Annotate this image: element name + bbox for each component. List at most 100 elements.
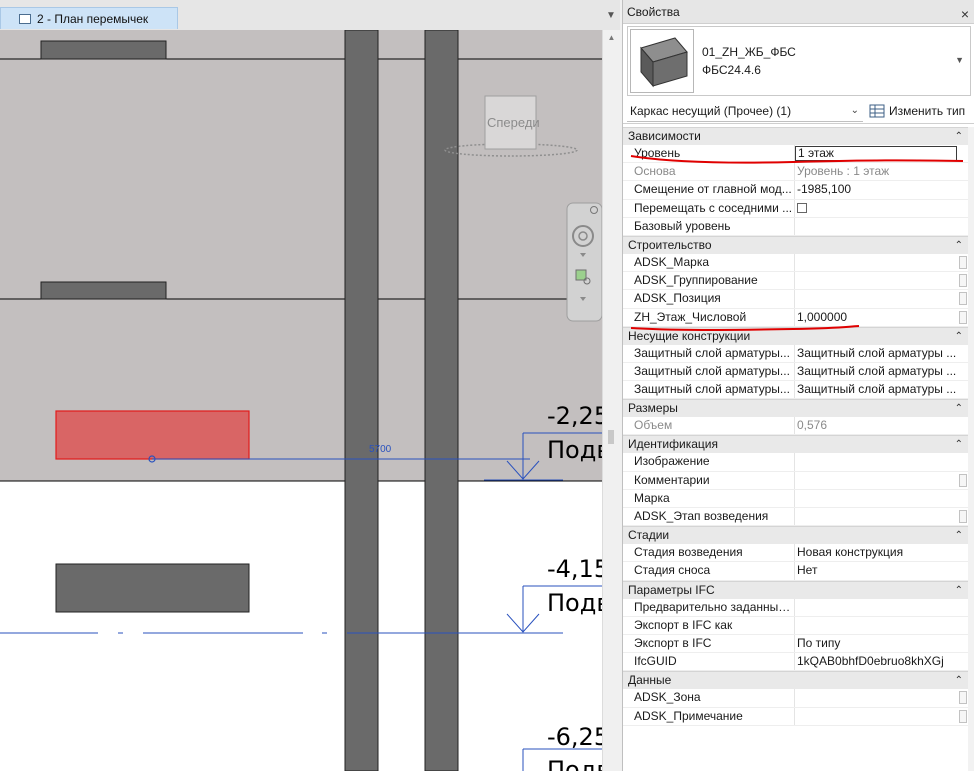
property-value[interactable] <box>795 290 969 307</box>
property-value[interactable] <box>795 617 969 634</box>
level-value-field[interactable]: 1 этаж <box>795 146 957 161</box>
property-value[interactable]: 1 этаж <box>795 145 969 162</box>
property-value[interactable]: По типу <box>795 635 969 652</box>
property-group-header[interactable]: Стадии ⌃ <box>623 526 969 545</box>
parameter-browse-button[interactable] <box>959 310 967 324</box>
property-value-text: Защитный слой арматуры ... <box>797 382 957 397</box>
drawing-canvas[interactable]: 5700 -2,25 Подв -4, <box>0 30 602 771</box>
collapse-icon[interactable]: ⌃ <box>955 400 963 417</box>
property-value[interactable] <box>795 490 969 507</box>
property-row: ADSK_Группирование <box>623 272 969 291</box>
property-name: Основа <box>623 163 795 181</box>
type-family-name: 01_ZH_ЖБ_ФБС <box>702 45 796 59</box>
level-elevation: -2,25 <box>547 402 602 430</box>
collapse-icon[interactable]: ⌃ <box>955 328 963 345</box>
properties-palette: Свойства × 01_ZH_ЖБ_ФБС ФБС24.4.6 ▼ Карк… <box>622 0 974 771</box>
property-value[interactable] <box>795 453 969 470</box>
property-row: Предварительно заданный... <box>623 598 969 617</box>
parameter-browse-button[interactable] <box>959 473 967 487</box>
property-value[interactable] <box>795 689 969 706</box>
close-icon[interactable]: × <box>961 2 969 26</box>
property-group-header[interactable]: Параметры IFC ⌃ <box>623 580 969 599</box>
lintel-block <box>40 281 167 300</box>
collapse-icon[interactable]: ⌃ <box>955 237 963 254</box>
property-value[interactable]: Нет <box>795 562 969 579</box>
parameter-browse-button[interactable] <box>959 292 967 306</box>
instance-filter-bar: Каркас несущий (Прочее) (1) ⌄ Изменить т… <box>623 98 974 124</box>
property-name: Изображение <box>623 453 795 471</box>
property-row: ADSK_Марка <box>623 253 969 273</box>
property-value[interactable] <box>795 218 969 235</box>
parameter-browse-button[interactable] <box>959 510 967 523</box>
property-row: ADSK_Этап возведения <box>623 508 969 527</box>
scroll-thumb[interactable] <box>608 430 614 444</box>
checkbox[interactable] <box>797 202 807 213</box>
property-value[interactable] <box>795 200 969 217</box>
view-vertical-scrollbar[interactable]: ▲ <box>602 30 620 771</box>
property-group-label: Данные <box>628 673 672 688</box>
property-row: Уровень 1 этаж <box>623 145 969 164</box>
property-row: IfcGUID 1kQAB0bhfD0ebruo8khXGj <box>623 653 969 672</box>
property-value[interactable] <box>795 508 969 525</box>
property-value[interactable]: Защитный слой арматуры ... <box>795 381 969 398</box>
lintel-block <box>40 40 167 60</box>
property-group-label: Строительство <box>628 237 712 252</box>
collapse-icon[interactable]: ⌃ <box>955 672 963 689</box>
property-row: Экспорт в IFC По типу <box>623 634 969 654</box>
collapse-icon[interactable]: ⌃ <box>955 436 963 453</box>
property-row: Перемещать с соседними ... <box>623 199 969 218</box>
property-row: Стадия сноса Нет <box>623 562 969 581</box>
property-row: ZH_Этаж_Числовой 1,000000 <box>623 308 969 327</box>
property-name: Стадия сноса <box>623 562 795 580</box>
property-name: Комментарии <box>623 471 795 489</box>
collapse-icon[interactable]: ⌃ <box>955 128 963 145</box>
parameter-browse-button[interactable] <box>959 691 967 705</box>
chevron-down-icon[interactable]: ▼ <box>955 55 964 65</box>
property-value-text: По типу <box>797 635 841 650</box>
level-name: Подв <box>547 436 602 464</box>
tab-menu-icon[interactable]: ▼ <box>604 10 618 24</box>
property-name: ADSK_Зона <box>623 689 795 707</box>
property-name: Защитный слой арматуры... <box>623 344 795 362</box>
property-value-text: -1985,100 <box>797 182 852 197</box>
property-value[interactable]: Защитный слой арматуры ... <box>795 363 969 380</box>
property-value[interactable]: Новая конструкция <box>795 544 969 561</box>
property-value[interactable]: -1985,100 <box>795 181 969 198</box>
property-group-header[interactable]: Строительство ⌃ <box>623 235 969 254</box>
edit-type-button[interactable]: Изменить тип <box>869 100 965 122</box>
property-name: IfcGUID <box>623 653 795 671</box>
dimension-text: 5700 <box>369 444 392 455</box>
property-value[interactable] <box>795 599 969 616</box>
view-tab[interactable]: 2 - План перемычек <box>0 7 178 29</box>
navigation-bar[interactable] <box>566 202 602 322</box>
property-group-header[interactable]: Идентификация ⌃ <box>623 435 969 454</box>
parameter-browse-button[interactable] <box>959 274 967 288</box>
property-value-text: Уровень : 1 этаж <box>797 164 890 179</box>
property-value[interactable] <box>795 254 969 271</box>
parameter-browse-button[interactable] <box>959 709 967 723</box>
property-value[interactable] <box>795 708 969 725</box>
selected-element <box>55 410 250 460</box>
collapse-icon[interactable]: ⌃ <box>955 527 963 544</box>
property-group-label: Параметры IFC <box>628 582 715 597</box>
property-value[interactable]: 1,000000 <box>795 309 969 326</box>
property-name: Защитный слой арматуры... <box>623 381 795 399</box>
collapse-icon[interactable]: ⌃ <box>955 582 963 599</box>
property-value[interactable] <box>795 272 969 289</box>
property-group-header[interactable]: Зависимости ⌃ <box>623 127 969 145</box>
property-group-header[interactable]: Несущие конструкции ⌃ <box>623 326 969 345</box>
property-value[interactable] <box>795 472 969 489</box>
instance-filter-select[interactable]: Каркас несущий (Прочее) (1) ⌄ <box>627 100 863 122</box>
property-group-header[interactable]: Данные ⌃ <box>623 671 969 690</box>
property-group-label: Несущие конструкции <box>628 328 751 343</box>
property-value[interactable]: 1kQAB0bhfD0ebruo8khXGj <box>795 653 969 670</box>
parameter-browse-button[interactable] <box>959 255 967 269</box>
scroll-up-icon[interactable]: ▲ <box>603 30 620 46</box>
property-value[interactable]: Защитный слой арматуры ... <box>795 345 969 362</box>
property-name: ADSK_Позиция <box>623 290 795 308</box>
property-row: Базовый уровень <box>623 217 969 236</box>
properties-scrollbar[interactable] <box>968 127 974 771</box>
property-row: ADSK_Позиция <box>623 290 969 309</box>
property-group-header[interactable]: Размеры ⌃ <box>623 399 969 418</box>
type-selector[interactable]: 01_ZH_ЖБ_ФБС ФБС24.4.6 ▼ <box>627 26 971 96</box>
